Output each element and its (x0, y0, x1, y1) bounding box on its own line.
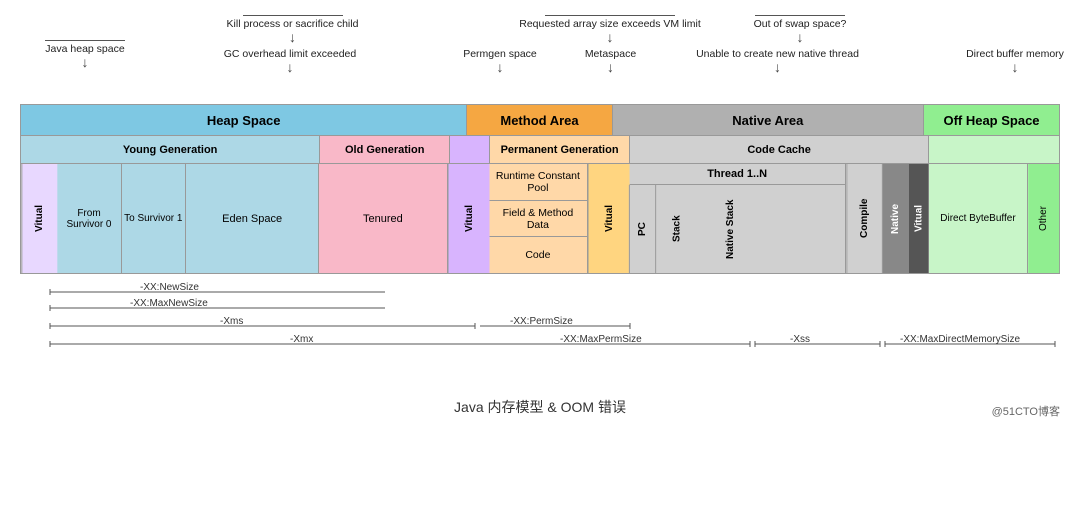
watermark: @51CTO博客 (992, 403, 1060, 419)
to-survivor-cell: To Survivor 1 (122, 164, 186, 273)
old-gen-header: Old Generation (320, 136, 450, 163)
annotation-kill-process: Kill process or sacrifice child ↓ (215, 15, 370, 44)
svg-text:-XX:MaxPermSize: -XX:MaxPermSize (560, 334, 642, 345)
compile-cell: Compile (846, 164, 882, 273)
offheap-subheader (929, 136, 1059, 163)
annotation-java-heap: Java heap space ↓ (30, 40, 140, 69)
content-row: Vitual From Survivor 0 To Survivor 1 Ede… (20, 164, 1060, 274)
native-area-header: Native Area (613, 105, 924, 135)
from-survivor-cell: From Survivor 0 (57, 164, 121, 273)
native-stack-cell: Native Stack (698, 185, 763, 273)
bottom-annotations: -XX:NewSize -XX:MaxNewSize -Xms -Xmx -XX… (20, 282, 1060, 387)
direct-bytebuffer-cell: Direct ByteBuffer (929, 164, 1028, 273)
pc-cell: PC (629, 185, 655, 273)
tenured-cell: Tenured (319, 164, 447, 273)
native-cell: Native (882, 164, 908, 273)
heap-virtual-subheader (450, 136, 490, 163)
svg-text:-Xmx: -Xmx (290, 334, 313, 345)
young-gen-header: Young Generation (21, 136, 320, 163)
virtual1-cell: Vitual (21, 164, 57, 273)
offheap-header: Off Heap Space (924, 105, 1059, 135)
code-cache-header: Code Cache (630, 136, 929, 163)
heap-space-header: Heap Space (21, 105, 467, 135)
svg-text:-XX:MaxNewSize: -XX:MaxNewSize (130, 298, 208, 309)
top-annotations: Java heap space ↓ Kill process or sacrif… (20, 10, 1060, 100)
perm-gen-header: Permanent Generation (490, 136, 630, 163)
method-area-header: Method Area (467, 105, 612, 135)
method-content-cell: Runtime Constant Pool Field & Method Dat… (489, 164, 588, 273)
runtime-pool-cell: Runtime Constant Pool (489, 164, 587, 201)
footer-title: Java 内存模型 & OOM 错误 (20, 397, 1060, 417)
field-method-cell: Field & Method Data (489, 201, 587, 238)
native-sub-row: PC Stack Native Stack (629, 185, 845, 273)
code-cell: Code (489, 237, 587, 273)
stack-cell: Stack (655, 185, 698, 273)
other-cell: Other (1028, 164, 1059, 273)
bottom-brackets-svg: -XX:NewSize -XX:MaxNewSize -Xms -Xmx -XX… (20, 282, 1060, 387)
native-virtual-cell: Vitual (908, 164, 929, 273)
svg-text:-Xss: -Xss (790, 334, 810, 345)
annotation-permgen: Permgen space ↓ (450, 48, 550, 74)
sub-headers-row: Young Generation Old Generation Permanen… (20, 136, 1060, 164)
eden-cell: Eden Space (186, 164, 319, 273)
annotation-array-size: Requested array size exceeds VM limit ↓ (510, 15, 710, 44)
svg-text:-XX:NewSize: -XX:NewSize (140, 282, 199, 293)
annotation-out-of-swap: Out of swap space? ↓ (730, 15, 870, 44)
section-headers-row: Heap Space Method Area Native Area Off H… (20, 104, 1060, 136)
method-virtual-cell: Vitual (588, 164, 630, 273)
virtual2-cell: Vitual (448, 164, 490, 273)
memory-diagram: Heap Space Method Area Native Area Off H… (20, 104, 1060, 274)
native-content-area: Thread 1..N PC Stack Native Stack (629, 164, 846, 273)
annotation-gc-overhead: GC overhead limit exceeded ↓ (210, 48, 370, 74)
annotation-direct-buffer: Direct buffer memory ↓ (950, 48, 1080, 74)
svg-text:-XX:PermSize: -XX:PermSize (510, 316, 573, 327)
annotation-metaspace: Metaspace ↓ (568, 48, 653, 74)
svg-text:-Xms: -Xms (220, 316, 243, 327)
svg-text:-XX:MaxDirectMemorySize: -XX:MaxDirectMemorySize (900, 334, 1020, 345)
main-container: Java heap space ↓ Kill process or sacrif… (0, 0, 1080, 427)
annotation-unable-thread: Unable to create new native thread ↓ (685, 48, 870, 74)
